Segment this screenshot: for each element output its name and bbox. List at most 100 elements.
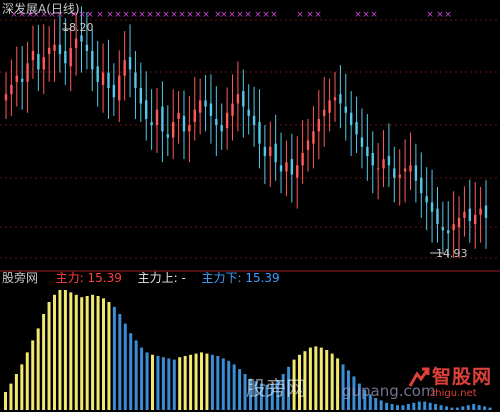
candle-body-13: [74, 38, 78, 48]
candle-body-19: [107, 72, 110, 89]
candle-body-5: [31, 50, 35, 61]
main-value: 15.39: [87, 271, 122, 285]
candle-body-43: [236, 94, 240, 104]
candle-body-86: [468, 208, 472, 221]
candle-body-63: [344, 106, 347, 113]
candle-body-35: [193, 109, 196, 123]
candle-body-89: [484, 205, 488, 218]
candle-body-8: [47, 47, 51, 55]
up-label: 主力上:: [137, 271, 178, 285]
indicator-bar-56: [308, 347, 312, 410]
indicator-bar-33: [183, 356, 187, 410]
marker-33: ×: [306, 10, 314, 20]
marker-12: ×: [114, 10, 122, 20]
candle-body-46: [252, 115, 256, 126]
indicator-bar-57: [314, 346, 318, 410]
indicator-bar-4: [25, 352, 29, 410]
indicator-bar-36: [200, 352, 203, 410]
candle-body-4: [26, 63, 29, 82]
candle-body-68: [371, 152, 374, 166]
indicator-legend: 股旁网 主力: 15.39 主力上: - 主力下: 15.39: [2, 271, 280, 285]
candle-body-36: [198, 100, 202, 113]
marker-23: ×: [202, 10, 210, 20]
indicator-bar-0: [4, 392, 7, 410]
marker-37: ×: [370, 10, 378, 20]
candle-body-48: [263, 146, 267, 157]
candle-body-56: [306, 140, 310, 150]
candle-body-75: [409, 165, 412, 172]
marker-22: ×: [194, 10, 202, 20]
indicator-bar-10: [58, 290, 62, 410]
candle-body-16: [91, 50, 94, 70]
indicator-bar-30: [167, 358, 171, 410]
indicator-bar-1: [9, 383, 13, 410]
marker-13: ×: [122, 10, 130, 20]
marker-28: ×: [244, 10, 252, 20]
marker-19: ×: [170, 10, 178, 20]
chart-title: 深发展A(日线): [2, 2, 80, 16]
candle-body-73: [398, 174, 401, 178]
candle-body-78: [425, 196, 428, 203]
candle-body-71: [387, 156, 391, 166]
candle-body-18: [101, 72, 105, 85]
indicator-bar-70: [385, 402, 389, 410]
candle-body-76: [414, 165, 418, 181]
logo-text: 智股网: [432, 366, 493, 388]
candle-body-3: [20, 78, 24, 82]
candle-body-79: [430, 202, 434, 212]
indicator-bar-35: [194, 353, 198, 410]
candle-body-25: [139, 88, 143, 104]
price-grid: [0, 19, 500, 259]
marker-16: ×: [146, 10, 154, 20]
candle-body-7: [42, 57, 45, 70]
candle-body-65: [355, 122, 358, 135]
indicator-bar-31: [172, 359, 176, 410]
indicator-bar-40: [221, 358, 225, 410]
candle-body-67: [366, 146, 369, 157]
marker-9: ×: [86, 10, 94, 20]
indicator-bar-3: [20, 364, 24, 410]
candle-body-9: [53, 44, 56, 51]
indicator-name: 股旁网: [2, 271, 39, 285]
site-logo[interactable]: 智股网 zhigu.net: [408, 362, 500, 412]
marker-14: ×: [130, 10, 138, 20]
indicator-bar-27: [151, 354, 154, 410]
marker-21: ×: [186, 10, 194, 20]
candle-body-0: [4, 94, 8, 101]
watermark-cn: 股旁网: [246, 376, 306, 400]
indicator-bar-41: [227, 360, 231, 410]
marker-17: ×: [154, 10, 162, 20]
indicator-bar-24: [134, 340, 138, 410]
candle-body-51: [279, 165, 283, 172]
candle-body-85: [463, 211, 466, 218]
candle-body-1: [10, 84, 13, 95]
indicator-bar-21: [118, 314, 122, 410]
down-value: 15.39: [245, 271, 280, 285]
indicator-bar-69: [379, 400, 383, 410]
indicator-bar-9: [53, 294, 56, 410]
indicator-bar-17: [96, 296, 100, 410]
indicator-bar-32: [178, 357, 182, 410]
candle-body-34: [188, 125, 191, 132]
indicator-bar-43: [238, 369, 242, 410]
candle-body-17: [96, 66, 99, 82]
indicator-bar-20: [112, 306, 116, 410]
marker-35: ×: [354, 10, 362, 20]
indicator-bar-19: [107, 302, 111, 410]
indicator-bar-28: [156, 356, 160, 410]
candle-body-87: [474, 214, 477, 225]
marker-18: ×: [162, 10, 170, 20]
indicator-bar-6: [36, 328, 40, 410]
stock-chart[interactable]: × × ×× × × × × × × × × × × × × × × × × × × × × ×× × × × × × × × × × × × × × ×…: [0, 0, 500, 412]
indicator-bar-37: [205, 353, 209, 410]
candle-body-29: [161, 106, 164, 132]
candle-body-41: [225, 112, 229, 129]
candle-body-88: [479, 208, 482, 215]
indicator-bar-14: [80, 297, 84, 410]
marker-27: ×: [236, 10, 244, 20]
low-price-label: 14.93: [436, 247, 468, 260]
candle-body-28: [155, 109, 159, 126]
indicator-bar-23: [129, 333, 133, 410]
indicator-bar-25: [140, 347, 144, 410]
candle-body-72: [393, 168, 396, 178]
